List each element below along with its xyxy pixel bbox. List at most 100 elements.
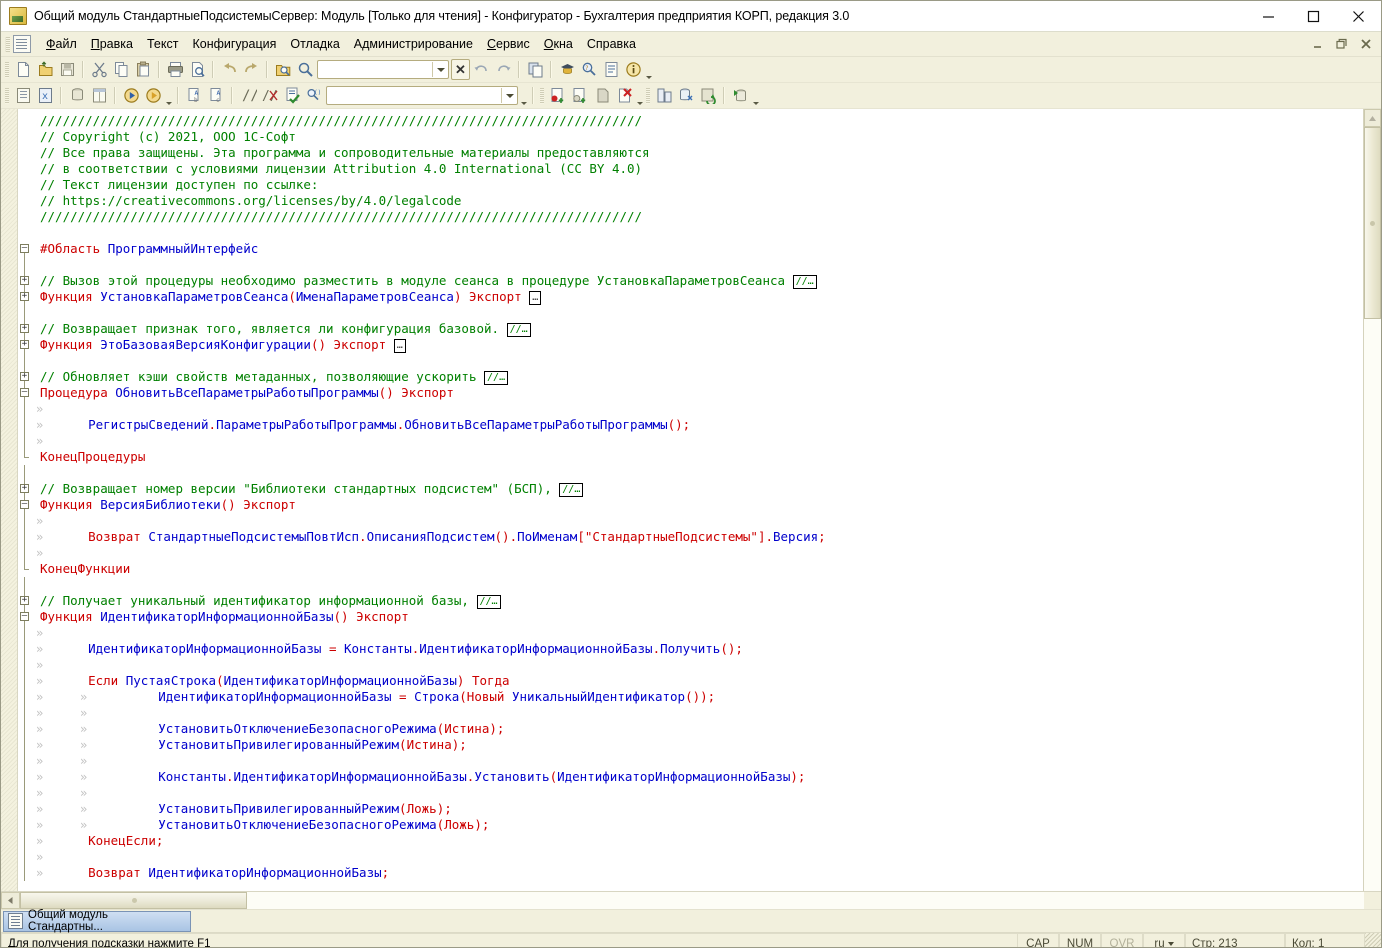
fold-collapse-icon[interactable]: – bbox=[20, 500, 29, 509]
menu-item-windows[interactable]: Окна bbox=[537, 35, 580, 53]
toolbar-grip[interactable] bbox=[646, 87, 650, 104]
scroll-left-icon[interactable] bbox=[1, 892, 20, 909]
syntax-helper-icon[interactable] bbox=[556, 59, 578, 80]
redo-arrow-icon[interactable] bbox=[240, 59, 262, 80]
vertical-scroll-thumb[interactable] bbox=[1364, 127, 1381, 319]
horizontal-scroll-thumb[interactable] bbox=[20, 892, 247, 909]
chevron-down-icon[interactable] bbox=[432, 62, 448, 77]
print-icon[interactable] bbox=[164, 59, 186, 80]
functions-list-icon[interactable] bbox=[600, 59, 622, 80]
code-text[interactable]: ////////////////////////////////////////… bbox=[18, 109, 1363, 891]
update-db-config-icon[interactable] bbox=[675, 85, 697, 106]
remove-comment-icon[interactable]: Ac bbox=[205, 85, 227, 106]
debug-options-chevron-icon[interactable] bbox=[164, 84, 173, 108]
fold-collapse-icon[interactable]: – bbox=[20, 612, 29, 621]
mdi-restore-icon[interactable] bbox=[1331, 33, 1353, 55]
comment-block-icon[interactable]: // bbox=[237, 85, 259, 106]
mdi-minimize-icon[interactable] bbox=[1307, 33, 1329, 55]
toolbar-grip[interactable] bbox=[5, 87, 9, 104]
horizontal-scroll-track[interactable] bbox=[247, 892, 1364, 909]
status-language[interactable]: ru bbox=[1143, 933, 1185, 947]
fold-expand-icon[interactable]: + bbox=[20, 324, 29, 333]
scroll-up-icon[interactable] bbox=[1364, 109, 1381, 127]
toolbar-grip[interactable] bbox=[5, 61, 9, 78]
search-combo[interactable] bbox=[317, 60, 449, 79]
fold-expand-icon[interactable]: + bbox=[20, 292, 29, 301]
maximize-icon[interactable] bbox=[1291, 1, 1336, 31]
procedures-search-icon[interactable]: () bbox=[303, 85, 325, 106]
configuration-tree-icon[interactable] bbox=[12, 85, 34, 106]
find-in-files-icon[interactable] bbox=[272, 59, 294, 80]
breakpoints-chevron-icon[interactable] bbox=[635, 84, 644, 108]
cut-scissors-icon[interactable] bbox=[88, 59, 110, 80]
fold-expand-icon[interactable]: + bbox=[20, 276, 29, 285]
toolbar-grip[interactable] bbox=[540, 87, 544, 104]
find-previous-icon[interactable] bbox=[470, 59, 492, 80]
copy-window-icon[interactable] bbox=[524, 59, 546, 80]
fold-expand-icon[interactable]: + bbox=[20, 340, 29, 349]
refresh-config-icon[interactable] bbox=[697, 85, 719, 106]
vertical-scroll-track[interactable] bbox=[1364, 319, 1381, 891]
menu-item-debug[interactable]: Отладка bbox=[283, 35, 346, 53]
conditional-breakpoint-icon[interactable] bbox=[569, 85, 591, 106]
fold-expand-icon[interactable]: + bbox=[20, 484, 29, 493]
uncomment-block-icon[interactable]: // bbox=[259, 85, 281, 106]
global-search-icon[interactable]: ? bbox=[578, 59, 600, 80]
menu-grip[interactable] bbox=[5, 36, 10, 52]
disable-breakpoints-icon[interactable] bbox=[591, 85, 613, 106]
resize-grip[interactable] bbox=[1365, 933, 1381, 947]
collapsed-text-box[interactable]: //… bbox=[559, 483, 584, 497]
mdi-close-icon[interactable] bbox=[1355, 33, 1377, 55]
fold-expand-icon[interactable]: + bbox=[20, 372, 29, 381]
collapsed-text-box[interactable]: //… bbox=[792, 275, 817, 289]
save-icon[interactable] bbox=[56, 59, 78, 80]
paste-icon[interactable] bbox=[132, 59, 154, 80]
breakpoint-icon[interactable] bbox=[547, 85, 569, 106]
collapsed-text-box[interactable]: //… bbox=[506, 323, 531, 337]
properties-palette-icon[interactable] bbox=[88, 85, 110, 106]
load-config-icon[interactable] bbox=[729, 85, 751, 106]
collapsed-text-box[interactable]: //… bbox=[476, 595, 501, 609]
about-info-icon[interactable] bbox=[622, 59, 644, 80]
copy-icon[interactable] bbox=[110, 59, 132, 80]
horizontal-scrollbar[interactable] bbox=[1, 891, 1381, 909]
fold-expand-icon[interactable]: + bbox=[20, 596, 29, 605]
fold-collapse-icon[interactable]: – bbox=[20, 244, 29, 253]
print-preview-icon[interactable] bbox=[186, 59, 208, 80]
menu-item-text[interactable]: Текст bbox=[140, 35, 185, 53]
toolbar-overflow-chevron-icon[interactable] bbox=[644, 58, 653, 82]
collapsed-text-box[interactable]: … bbox=[393, 339, 406, 353]
menu-item-service[interactable]: Сервис bbox=[480, 35, 537, 53]
database-config-icon[interactable] bbox=[66, 85, 88, 106]
menu-item-administration[interactable]: Администрирование bbox=[347, 35, 480, 53]
new-document-icon[interactable] bbox=[12, 59, 34, 80]
chevron-down-icon[interactable] bbox=[501, 88, 517, 103]
collapsed-text-box[interactable]: //… bbox=[484, 371, 509, 385]
remove-all-breakpoints-icon[interactable] bbox=[613, 85, 635, 106]
mdi-tab-module[interactable]: Общий модуль Стандартны... bbox=[3, 909, 191, 933]
collapsed-text-box[interactable]: … bbox=[529, 291, 542, 305]
undo-arrow-icon[interactable] bbox=[218, 59, 240, 80]
procedure-combo[interactable] bbox=[326, 86, 518, 105]
menu-item-configuration[interactable]: Конфигурация bbox=[185, 35, 283, 53]
start-debug-icon[interactable] bbox=[120, 85, 142, 106]
clear-search-icon[interactable]: ✕ bbox=[451, 59, 470, 80]
close-icon[interactable] bbox=[1336, 1, 1381, 31]
load-config-chevron-icon[interactable] bbox=[751, 84, 760, 108]
configuration-extension-icon[interactable]: x bbox=[34, 85, 56, 106]
compare-merge-icon[interactable] bbox=[653, 85, 675, 106]
search-magnifier-icon[interactable] bbox=[294, 59, 316, 80]
start-debug-client-icon[interactable] bbox=[142, 85, 164, 106]
minimize-icon[interactable] bbox=[1246, 1, 1291, 31]
menu-item-help[interactable]: Справка bbox=[580, 35, 643, 53]
menu-item-file[interactable]: Файл bbox=[39, 35, 84, 53]
procedure-combo-chevron-icon[interactable] bbox=[519, 84, 528, 108]
open-folder-icon[interactable] bbox=[34, 59, 56, 80]
add-comment-icon[interactable]: Ab bbox=[183, 85, 205, 106]
code-editor[interactable]: ////////////////////////////////////////… bbox=[1, 109, 1381, 891]
menu-item-edit[interactable]: Правка bbox=[84, 35, 140, 53]
fold-collapse-icon[interactable]: – bbox=[20, 388, 29, 397]
find-next-icon[interactable] bbox=[492, 59, 514, 80]
syntax-check-icon[interactable] bbox=[281, 85, 303, 106]
vertical-scrollbar[interactable] bbox=[1363, 109, 1381, 891]
